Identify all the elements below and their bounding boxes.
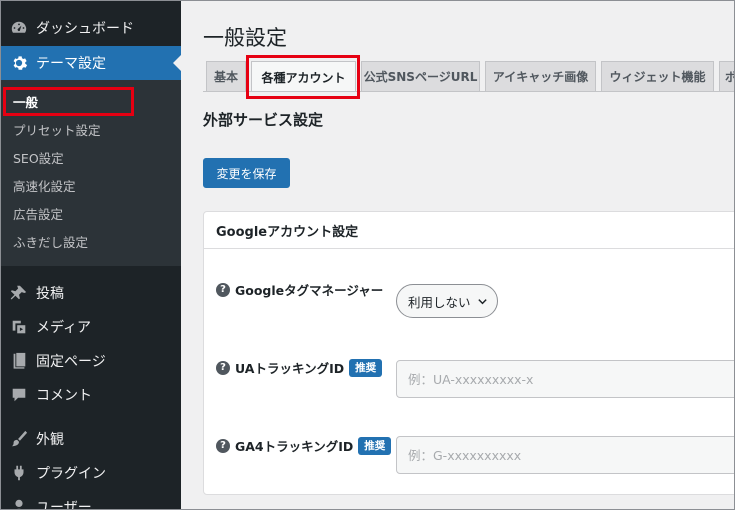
- pin-icon: [0, 284, 36, 302]
- gtm-label: ? Googleタグマネージャー: [216, 280, 383, 299]
- menu-dashboard[interactable]: ダッシュボード: [0, 11, 181, 45]
- menu-pages[interactable]: 固定ページ: [0, 344, 181, 378]
- submenu-general[interactable]: 一般: [0, 87, 181, 115]
- media-icon: [0, 318, 36, 336]
- recommended-badge: 推奨: [358, 436, 392, 455]
- user-icon: [0, 498, 36, 510]
- menu-pages-label: 固定ページ: [36, 354, 106, 370]
- question-icon[interactable]: ?: [216, 282, 230, 297]
- dashboard-icon: [0, 19, 36, 37]
- submenu-seo[interactable]: SEO設定: [0, 143, 181, 171]
- ua-label: ? UAトラッキングID 推奨: [216, 358, 383, 377]
- gtm-select-value: 利用しない: [408, 294, 471, 310]
- active-arrow: [173, 55, 181, 71]
- menu-users-label: ユーザー: [36, 500, 92, 510]
- panel-title: Googleアカウント設定: [204, 212, 735, 249]
- page-icon: [0, 352, 36, 370]
- brush-icon: [0, 430, 36, 448]
- menu-posts[interactable]: 投稿: [0, 276, 181, 310]
- submenu-speed[interactable]: 高速化設定: [0, 171, 181, 199]
- menu-theme-settings-label: テーマ設定: [36, 56, 106, 72]
- tab-more[interactable]: ボ: [719, 61, 735, 91]
- theme-submenu: 一般 プリセット設定 SEO設定 高速化設定 広告設定 ふきだし設定: [0, 80, 181, 266]
- gtm-select[interactable]: 利用しない: [396, 284, 498, 318]
- submenu-ads[interactable]: 広告設定: [0, 199, 181, 227]
- page-title: 一般設定: [203, 26, 287, 50]
- tab-eyecatch[interactable]: アイキャッチ画像: [485, 61, 596, 91]
- submenu-balloon[interactable]: ふきだし設定: [0, 227, 181, 255]
- save-button[interactable]: 変更を保存: [203, 158, 290, 188]
- gtm-label-text: Googleタグマネージャー: [235, 283, 384, 298]
- admin-sidebar: ダッシュボード テーマ設定 一般 プリセット設定 SEO設定 高速化設定 広告設…: [0, 0, 181, 510]
- menu-plugins[interactable]: プラグイン: [0, 456, 181, 490]
- section-title: 外部サービス設定: [203, 111, 324, 129]
- question-icon[interactable]: ?: [216, 360, 230, 375]
- comment-icon: [0, 386, 36, 404]
- menu-comments[interactable]: コメント: [0, 378, 181, 412]
- tab-widget[interactable]: ウィジェット機能: [601, 61, 714, 91]
- tab-sns-url[interactable]: 公式SNSページURL: [361, 61, 480, 91]
- plug-icon: [0, 464, 36, 482]
- chevron-down-icon: [478, 299, 487, 305]
- ua-tracking-id-input[interactable]: [396, 360, 735, 398]
- recommended-badge: 推奨: [349, 358, 383, 377]
- menu-posts-label: 投稿: [36, 286, 64, 302]
- menu-media[interactable]: メディア: [0, 310, 181, 344]
- ga4-tracking-id-input[interactable]: [396, 436, 735, 474]
- ua-label-text: UAトラッキングID: [235, 361, 345, 376]
- tab-basic[interactable]: 基本: [206, 61, 246, 91]
- menu-plugins-label: プラグイン: [36, 466, 106, 482]
- menu-appearance-label: 外観: [36, 432, 64, 448]
- menu-appearance[interactable]: 外観: [0, 422, 181, 456]
- menu-comments-label: コメント: [36, 388, 92, 404]
- settings-tabs: 基本 各種アカウント 公式SNSページURL アイキャッチ画像 ウィジェット機能…: [203, 61, 735, 92]
- tab-accounts[interactable]: 各種アカウント: [251, 61, 356, 92]
- question-icon[interactable]: ?: [216, 438, 230, 453]
- gear-icon: [0, 54, 36, 72]
- tabs-divider: [203, 91, 735, 92]
- ga4-label: ? GA4トラッキングID 推奨: [216, 436, 392, 455]
- submenu-preset[interactable]: プリセット設定: [0, 115, 181, 143]
- menu-dashboard-label: ダッシュボード: [36, 21, 134, 37]
- ga4-label-text: GA4トラッキングID: [235, 439, 354, 454]
- google-account-panel: Googleアカウント設定 ? Googleタグマネージャー 利用しない ? U…: [203, 211, 735, 495]
- menu-media-label: メディア: [36, 320, 92, 336]
- menu-users[interactable]: ユーザー: [0, 490, 181, 510]
- menu-theme-settings[interactable]: テーマ設定: [0, 46, 181, 80]
